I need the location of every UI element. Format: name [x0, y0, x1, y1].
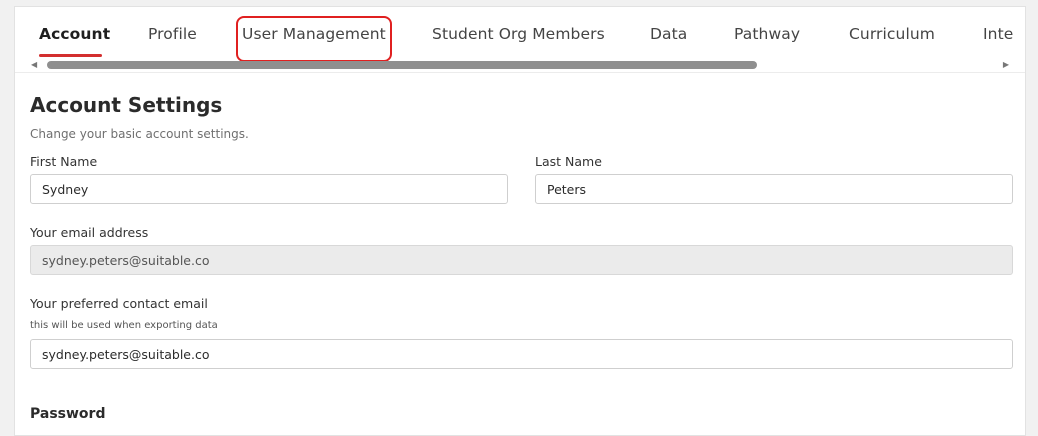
scroll-left-arrow-icon[interactable]: ◀: [31, 60, 37, 70]
email-label: Your email address: [30, 225, 149, 240]
contact-email-hint: this will be used when exporting data: [30, 320, 218, 331]
active-tab-indicator: [39, 54, 102, 57]
tab-pathway[interactable]: Pathway: [734, 25, 800, 43]
scroll-right-arrow-icon[interactable]: ▶: [1003, 60, 1009, 70]
tab-curriculum[interactable]: Curriculum: [849, 25, 935, 43]
tab-integrations[interactable]: Inte: [983, 25, 1013, 43]
page-title: Account Settings: [30, 93, 223, 117]
first-name-label: First Name: [30, 154, 98, 169]
first-name-field[interactable]: [30, 174, 508, 204]
tab-account[interactable]: Account: [39, 25, 110, 43]
contact-email-field[interactable]: [30, 339, 1013, 369]
page-subtitle: Change your basic account settings.: [30, 127, 249, 141]
tab-data[interactable]: Data: [650, 25, 687, 43]
tab-profile[interactable]: Profile: [148, 25, 197, 43]
scrollbar-thumb[interactable]: [47, 61, 757, 69]
contact-email-label: Your preferred contact email: [30, 296, 208, 311]
last-name-field[interactable]: [535, 174, 1013, 204]
settings-card: Account Profile User Management Student …: [14, 6, 1026, 436]
email-field: [30, 245, 1013, 275]
last-name-label: Last Name: [535, 154, 602, 169]
tab-scrollbar[interactable]: ◀ ▶: [31, 60, 1009, 70]
tab-bar: Account Profile User Management Student …: [15, 7, 1025, 73]
tab-user-management[interactable]: User Management: [242, 25, 386, 43]
tab-student-org-members[interactable]: Student Org Members: [432, 25, 605, 43]
